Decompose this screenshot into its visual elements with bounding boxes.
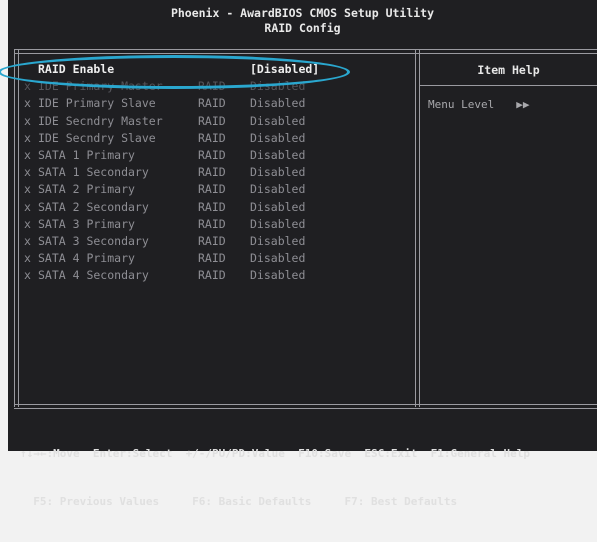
help-separator (420, 85, 597, 86)
setting-mode: RAID (198, 268, 226, 283)
frame-left-border (14, 49, 19, 407)
setting-mode: RAID (198, 96, 226, 111)
key-help-line-2: F5: Previous Values F6: Basic Defaults F… (20, 495, 458, 508)
setting-row: x SATA 1 Secondary RAID Disabled (24, 165, 305, 182)
disabled-mark: x (24, 268, 31, 283)
key-help-footer: ↑↓→←:Move Enter:Select +/-/PU/PD:Value F… (20, 414, 530, 542)
disabled-mark: x (24, 233, 31, 248)
disabled-mark: x (24, 165, 31, 180)
setting-label: SATA 1 Secondary (38, 165, 149, 180)
disabled-mark: x (24, 113, 31, 128)
setting-mode: RAID (198, 182, 226, 197)
frame-top-border (14, 49, 597, 54)
disabled-mark: x (24, 147, 31, 162)
setting-value: Disabled (250, 233, 306, 248)
setting-mode: RAID (198, 251, 226, 266)
setting-mode: RAID (198, 216, 226, 231)
setting-label: SATA 3 Secondary (38, 233, 149, 248)
setting-label: SATA 2 Secondary (38, 199, 149, 214)
setting-label: IDE Primary Slave (38, 96, 156, 111)
disabled-mark: x (24, 216, 31, 231)
item-help-title: Item Help (477, 63, 540, 77)
disabled-mark: x (24, 96, 31, 111)
setting-row: x SATA 1 Primary RAID Disabled (24, 147, 305, 165)
setting-row: x IDE Secndry Slave RAID Disabled (24, 130, 305, 148)
page-title: RAID Config (264, 21, 341, 35)
bios-header: Phoenix - AwardBIOS CMOS Setup Utility R… (8, 6, 597, 36)
setting-label: SATA 2 Primary (38, 182, 135, 197)
setting-row: x SATA 2 Primary RAID Disabled (24, 182, 305, 199)
key-help-line-1: ↑↓→←:Move Enter:Select +/-/PU/PD:Value F… (20, 447, 530, 460)
menu-level-label: Menu Level (428, 98, 495, 111)
setting-mode: RAID (198, 233, 226, 248)
setting-value: Disabled (250, 216, 306, 231)
setting-row: x SATA 3 Primary RAID Disabled (24, 216, 305, 234)
setting-list: RAID Enable [Disabled] x IDE Primary Mas… (24, 62, 319, 285)
setting-row: x SATA 2 Secondary RAID Disabled (24, 199, 305, 217)
setting-mode: RAID (198, 199, 226, 214)
setting-label: IDE Secndry Slave (38, 130, 156, 145)
setting-row: x IDE Secndry Master RAID Disabled (24, 113, 305, 131)
setting-row: x SATA 3 Secondary RAID Disabled (24, 233, 305, 251)
setting-value: Disabled (250, 268, 306, 283)
setting-mode: RAID (198, 165, 226, 180)
setting-label: SATA 4 Primary (38, 251, 135, 266)
setting-row: x SATA 4 Secondary RAID Disabled (24, 268, 305, 285)
setting-value: Disabled (250, 199, 306, 214)
setting-label: SATA 1 Primary (38, 147, 135, 162)
setting-value: Disabled (250, 182, 306, 197)
frame-bottom-border (14, 404, 597, 409)
setting-row: x IDE Primary Slave RAID Disabled (24, 96, 305, 113)
setting-value: Disabled (250, 147, 306, 162)
highlight-ellipse-annotation (0, 55, 350, 89)
double-arrow-icon: ▶▶ (516, 98, 530, 111)
setting-mode: RAID (198, 113, 226, 128)
setting-value: Disabled (250, 130, 306, 145)
setting-label: SATA 3 Primary (38, 216, 135, 231)
setting-value: Disabled (250, 251, 306, 266)
setting-mode: RAID (198, 147, 226, 162)
setting-row: x SATA 4 Primary RAID Disabled (24, 251, 305, 268)
setting-value: Disabled (250, 165, 306, 180)
bios-title: Phoenix - AwardBIOS CMOS Setup Utility (170, 6, 435, 20)
setting-label: IDE Secndry Master (38, 113, 163, 128)
disabled-mark: x (24, 199, 31, 214)
setting-value: Disabled (250, 96, 306, 111)
setting-label: SATA 4 Secondary (38, 268, 149, 283)
disabled-mark: x (24, 251, 31, 266)
frame-divider (415, 49, 420, 407)
disabled-mark: x (24, 130, 31, 145)
disabled-mark: x (24, 182, 31, 197)
setting-value: Disabled (250, 113, 306, 128)
menu-level-text: Menu Level ▶▶ (428, 98, 529, 111)
setting-mode: RAID (198, 130, 226, 145)
